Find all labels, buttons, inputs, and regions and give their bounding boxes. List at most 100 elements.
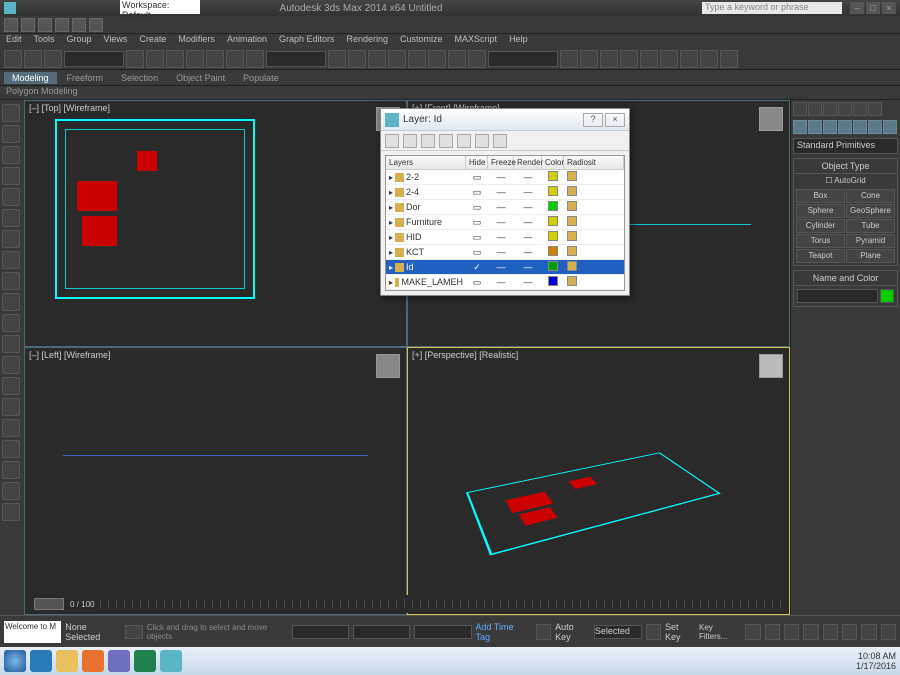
system-clock[interactable]: 10:08 AM 1/17/2016 xyxy=(856,651,896,671)
viewcube[interactable] xyxy=(759,107,783,131)
tab-modeling[interactable]: Modeling xyxy=(4,72,57,84)
tool-namedsel[interactable] xyxy=(468,50,486,68)
obj-sphere[interactable]: Sphere xyxy=(796,204,845,218)
sub-geometry-icon[interactable] xyxy=(793,120,807,134)
menu-grapheditors[interactable]: Graph Editors xyxy=(279,34,335,48)
layer-row[interactable]: ▸2-2 ▭ — — xyxy=(386,170,624,185)
workspace-dropdown[interactable]: Workspace: Default xyxy=(120,0,200,14)
obj-cylinder[interactable]: Cylinder xyxy=(796,219,845,233)
viewport-top[interactable]: [–] [Top] [Wireframe] xyxy=(24,100,407,347)
menu-group[interactable]: Group xyxy=(67,34,92,48)
menu-help[interactable]: Help xyxy=(509,34,528,48)
tab-populate[interactable]: Populate xyxy=(235,72,287,84)
tool-scale[interactable] xyxy=(246,50,264,68)
menu-create[interactable]: Create xyxy=(139,34,166,48)
layer-row[interactable]: ▸2-4 ▭ — — xyxy=(386,185,624,200)
menu-rendering[interactable]: Rendering xyxy=(347,34,389,48)
viewport-label[interactable]: [–] [Top] [Wireframe] xyxy=(29,103,110,113)
layer-row[interactable]: ▸Dor ▭ — — xyxy=(386,200,624,215)
menu-tools[interactable]: Tools xyxy=(34,34,55,48)
tool-redo[interactable] xyxy=(24,50,42,68)
sub-shapes-icon[interactable] xyxy=(808,120,822,134)
start-button[interactable] xyxy=(4,650,26,672)
tab-objectpaint[interactable]: Object Paint xyxy=(168,72,233,84)
tool-selectrect[interactable] xyxy=(166,50,184,68)
layer-new-icon[interactable] xyxy=(385,134,399,148)
qat-button[interactable] xyxy=(55,18,69,32)
sub-helpers-icon[interactable] xyxy=(853,120,867,134)
viewport-perspective[interactable]: [+] [Perspective] [Realistic] xyxy=(407,347,790,615)
autokey-button[interactable] xyxy=(536,624,551,640)
left-tool[interactable] xyxy=(2,293,20,311)
layer-row[interactable]: ▸MAKE_LAMEH ▭ — — xyxy=(386,275,624,290)
sub-spacewarps-icon[interactable] xyxy=(868,120,882,134)
color-swatch[interactable] xyxy=(880,289,894,303)
taskbar-app-icon[interactable] xyxy=(108,650,130,672)
category-dropdown[interactable]: Standard Primitives xyxy=(793,138,898,154)
tab-freeform[interactable]: Freeform xyxy=(59,72,112,84)
keyfilters-button[interactable]: Key Filters... xyxy=(699,623,741,641)
left-tool[interactable] xyxy=(2,377,20,395)
tool-select[interactable] xyxy=(126,50,144,68)
left-tool[interactable] xyxy=(2,146,20,164)
tab-selection[interactable]: Selection xyxy=(113,72,166,84)
tool-undo[interactable] xyxy=(4,50,22,68)
tool-rotate[interactable] xyxy=(226,50,244,68)
tool-move[interactable] xyxy=(206,50,224,68)
tool-spinner[interactable] xyxy=(448,50,466,68)
tool-selectname[interactable] xyxy=(146,50,164,68)
col-hide[interactable]: Hide xyxy=(466,156,488,169)
tool-anglesnap[interactable] xyxy=(408,50,426,68)
coord-x-field[interactable] xyxy=(292,625,349,639)
col-radiosity[interactable]: Radiosit xyxy=(564,156,624,169)
tool-schematic[interactable] xyxy=(640,50,658,68)
left-tool[interactable] xyxy=(2,461,20,479)
taskbar-ie-icon[interactable] xyxy=(30,650,52,672)
taskbar-3dsmax-icon[interactable] xyxy=(160,650,182,672)
rollout-header[interactable]: Name and Color xyxy=(794,271,897,286)
rollout-header[interactable]: Object Type xyxy=(794,159,897,174)
layer-add-icon[interactable] xyxy=(421,134,435,148)
tab-create-icon[interactable] xyxy=(793,102,807,116)
tab-utilities-icon[interactable] xyxy=(868,102,882,116)
tab-motion-icon[interactable] xyxy=(838,102,852,116)
layer-row[interactable]: ▸HID ▭ — — xyxy=(386,230,624,245)
layer-select-icon[interactable] xyxy=(439,134,453,148)
viewcube[interactable] xyxy=(376,354,400,378)
left-tool[interactable] xyxy=(2,398,20,416)
taskbar-app-icon[interactable] xyxy=(82,650,104,672)
menu-animation[interactable]: Animation xyxy=(227,34,267,48)
left-tool[interactable] xyxy=(2,230,20,248)
menu-views[interactable]: Views xyxy=(104,34,128,48)
taskbar-app-icon[interactable] xyxy=(134,650,156,672)
dialog-close-button[interactable]: × xyxy=(605,113,625,127)
maximize-button[interactable]: □ xyxy=(866,2,880,14)
layer-row[interactable]: ▸Id ✓ — — xyxy=(386,260,624,275)
left-tool[interactable] xyxy=(2,503,20,521)
dialog-titlebar[interactable]: Layer: Id ? × xyxy=(381,109,629,131)
taskbar-explorer-icon[interactable] xyxy=(56,650,78,672)
left-tool[interactable] xyxy=(2,272,20,290)
tool-render-setup[interactable] xyxy=(680,50,698,68)
tool-keymode[interactable] xyxy=(368,50,386,68)
menu-edit[interactable]: Edit xyxy=(6,34,22,48)
tool-curve[interactable] xyxy=(620,50,638,68)
qat-button[interactable] xyxy=(21,18,35,32)
left-tool[interactable] xyxy=(2,251,20,269)
minimize-button[interactable]: – xyxy=(850,2,864,14)
nav-button[interactable] xyxy=(823,624,838,640)
tool-mirror[interactable] xyxy=(560,50,578,68)
name-field[interactable] xyxy=(797,289,878,303)
coord-y-field[interactable] xyxy=(353,625,410,639)
tool-link[interactable] xyxy=(44,50,62,68)
time-tag-button[interactable]: Add Time Tag xyxy=(476,622,528,642)
sub-lights-icon[interactable] xyxy=(823,120,837,134)
obj-torus[interactable]: Torus xyxy=(796,234,845,248)
lock-icon[interactable] xyxy=(125,625,142,639)
nav-button[interactable] xyxy=(881,624,896,640)
menu-customize[interactable]: Customize xyxy=(400,34,443,48)
time-slider[interactable] xyxy=(34,598,64,610)
sub-cameras-icon[interactable] xyxy=(838,120,852,134)
coord-z-field[interactable] xyxy=(414,625,471,639)
layer-highlight-icon[interactable] xyxy=(457,134,471,148)
